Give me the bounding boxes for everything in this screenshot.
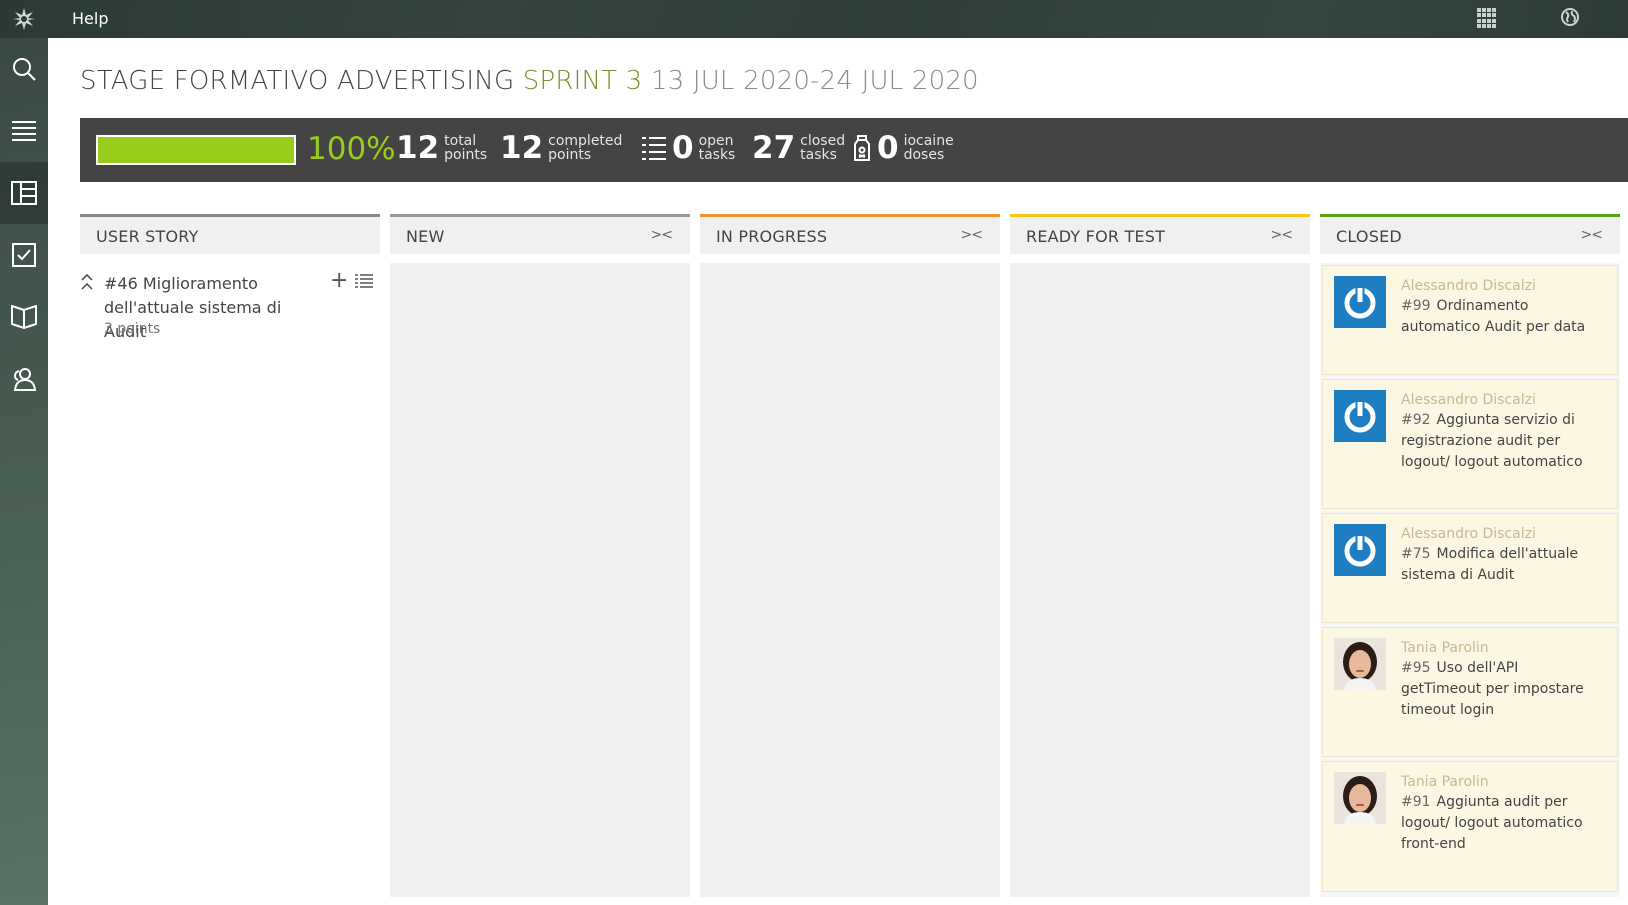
card-ref: #95 [1401, 660, 1431, 676]
sidebar-item-wiki[interactable] [0, 286, 48, 348]
closed-tasks-value: 27 [752, 130, 796, 166]
task-card[interactable]: Alessandro Discalzi #92 Aggiunta servizio… [1322, 379, 1618, 509]
bulk-add-tasks-icon[interactable] [355, 273, 373, 293]
user-photo-avatar [1334, 638, 1386, 690]
default-avatar-icon [1334, 390, 1386, 442]
wiki-book-icon [11, 305, 37, 329]
closed-tasks-label: closed tasks [800, 133, 846, 163]
card-subject-block: #75 Modifica dell'attuale sistema di Audi… [1401, 544, 1601, 586]
sprint-stats-bar: 100% 12 total points 12 completed points… [80, 118, 1628, 182]
sidebar-item-backlog[interactable] [0, 100, 48, 162]
iocaine-stat: 0 iocaine doses [853, 130, 954, 166]
closed-tasks-stat: 27 closed tasks [752, 130, 846, 166]
project-name: STAGE FORMATIVO ADVERTISING [80, 66, 515, 96]
task-card[interactable]: Tania Parolin #95 Uso dell'API getTimeout… [1322, 627, 1618, 757]
card-content: Tania Parolin #91 Aggiunta audit per logo… [1401, 772, 1601, 855]
issues-checkbox-icon [12, 243, 36, 267]
card-subject-block: #91 Aggiunta audit per logout/ logout aut… [1401, 792, 1601, 855]
menu-list-icon [12, 121, 36, 141]
sidebar-item-team[interactable] [0, 348, 48, 410]
search-icon [13, 58, 36, 81]
column-header-ready-for-test: READY FOR TEST >< [1010, 214, 1310, 254]
user-story-ref: #46 [104, 274, 138, 293]
card-content: Tania Parolin #95 Uso dell'API getTimeout… [1401, 638, 1601, 721]
open-tasks-value: 0 [672, 130, 694, 166]
open-tasks-stat: 0 open tasks [642, 130, 735, 166]
user-story-points: 3 points [104, 321, 161, 337]
taiga-logo-icon[interactable] [0, 0, 48, 38]
column-title: CLOSED [1336, 227, 1402, 246]
globe-icon[interactable] [1560, 7, 1580, 27]
sidebar-item-search[interactable] [0, 38, 48, 100]
iocaine-bottle-icon [853, 135, 871, 161]
card-assignee: Tania Parolin [1401, 774, 1489, 790]
sidebar-item-issues[interactable] [0, 224, 48, 286]
sidebar-item-kanban[interactable] [0, 162, 48, 224]
completed-points-label: completed points [548, 133, 623, 163]
column-title: READY FOR TEST [1026, 227, 1166, 246]
apps-grid-icon[interactable] [1477, 8, 1497, 28]
kanban-board-icon [11, 181, 37, 205]
card-content: Alessandro Discalzi #99 Ordinamento autom… [1401, 276, 1601, 338]
column-header-in-progress: IN PROGRESS >< [700, 214, 1000, 254]
card-ref: #91 [1401, 794, 1431, 810]
fold-column-icon[interactable]: >< [651, 227, 673, 243]
card-ref: #92 [1401, 412, 1431, 428]
card-ref: #75 [1401, 546, 1431, 562]
sprint-dates: 13 JUL 2020-24 JUL 2020 [650, 66, 979, 96]
column-header-closed: CLOSED >< [1320, 214, 1620, 254]
card-assignee: Alessandro Discalzi [1401, 526, 1536, 542]
task-card[interactable]: Alessandro Discalzi #75 Modifica dell'att… [1322, 513, 1618, 623]
open-tasks-label: open tasks [698, 133, 736, 163]
card-content: Alessandro Discalzi #92 Aggiunta servizio… [1401, 390, 1601, 473]
sprint-name: SPRINT 3 [522, 66, 643, 96]
default-avatar-icon [1334, 524, 1386, 576]
column-body-new [390, 263, 690, 897]
total-points-stat: 12 total points [396, 130, 488, 166]
progress-percent: 100% [307, 131, 396, 167]
column-body-ready-for-test [1010, 263, 1310, 897]
fold-column-icon[interactable]: >< [1271, 227, 1293, 243]
iocaine-label: iocaine doses [903, 133, 954, 163]
card-subject-block: #92 Aggiunta servizio di registrazione au… [1401, 410, 1601, 473]
task-card[interactable]: Tania Parolin #91 Aggiunta audit per logo… [1322, 761, 1618, 892]
column-header-new: NEW >< [390, 214, 690, 254]
column-title: USER STORY [96, 227, 199, 246]
column-title: IN PROGRESS [716, 227, 828, 246]
column-body-in-progress [700, 263, 1000, 897]
user-photo-avatar [1334, 772, 1386, 824]
fold-column-icon[interactable]: >< [1581, 227, 1603, 243]
completed-points-stat: 12 completed points [500, 130, 623, 166]
top-navigation-bar: Help [0, 0, 1628, 38]
task-card[interactable]: Alessandro Discalzi #99 Ordinamento autom… [1322, 265, 1618, 375]
collapse-story-icon[interactable] [80, 273, 94, 294]
total-points-value: 12 [396, 130, 440, 166]
card-ref: #99 [1401, 298, 1431, 314]
card-assignee: Alessandro Discalzi [1401, 278, 1536, 294]
card-subject-block: #95 Uso dell'API getTimeout per impostare… [1401, 658, 1601, 721]
team-icon [13, 368, 37, 391]
card-content: Alessandro Discalzi #75 Modifica dell'att… [1401, 524, 1601, 586]
card-subject-block: #99 Ordinamento automatico Audit per data [1401, 296, 1601, 338]
progress-fill [98, 137, 294, 163]
column-header-user-story: USER STORY [80, 214, 380, 254]
iocaine-value: 0 [877, 130, 899, 166]
left-sidebar [0, 38, 48, 905]
page-title: STAGE FORMATIVO ADVERTISING SPRINT 3 13 … [80, 66, 979, 96]
card-assignee: Alessandro Discalzi [1401, 392, 1536, 408]
total-points-label: total points [444, 133, 488, 163]
completed-points-value: 12 [500, 130, 544, 166]
card-assignee: Tania Parolin [1401, 640, 1489, 656]
add-task-icon[interactable]: + [330, 270, 348, 292]
fold-column-icon[interactable]: >< [961, 227, 983, 243]
help-link[interactable]: Help [72, 9, 108, 28]
progress-bar [96, 135, 296, 165]
task-list-icon [642, 135, 666, 161]
column-title: NEW [406, 227, 445, 246]
default-avatar-icon [1334, 276, 1386, 328]
